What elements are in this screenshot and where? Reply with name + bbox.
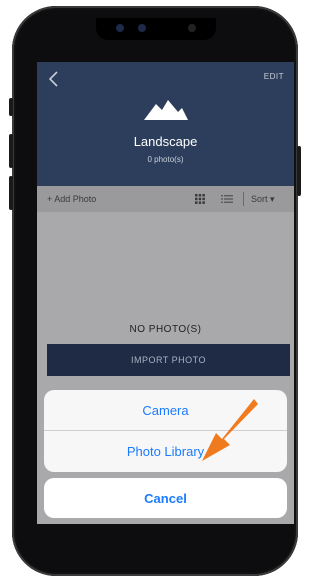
annotation-arrow-icon: [202, 399, 258, 461]
volume-up-button: [9, 134, 13, 168]
list-view-icon[interactable]: [221, 194, 233, 204]
status-area: [12, 6, 298, 66]
edit-button[interactable]: EDIT: [264, 72, 284, 81]
sort-dropdown[interactable]: Sort ▾: [251, 194, 275, 205]
notch: [96, 18, 216, 40]
speaker-icon: [188, 24, 196, 32]
toolbar-divider: [243, 192, 244, 206]
album-toolbar: + Add Photo Sort ▾: [37, 186, 294, 212]
album-header: EDIT Landscape 0 photo(s): [37, 62, 294, 186]
cancel-button[interactable]: Cancel: [44, 478, 287, 518]
sensor-icon: [116, 24, 124, 32]
add-photo-button[interactable]: + Add Photo: [47, 194, 96, 204]
grid-view-icon[interactable]: [195, 194, 205, 204]
camera-icon: [138, 24, 146, 32]
mute-switch: [9, 98, 13, 116]
power-button: [297, 146, 301, 196]
volume-down-button: [9, 176, 13, 210]
album-title: Landscape: [133, 134, 198, 149]
import-photo-button[interactable]: IMPORT PHOTO: [47, 344, 290, 376]
photo-count: 0 photo(s): [147, 155, 184, 164]
empty-state-message: NO PHOTO(S): [129, 324, 202, 335]
back-chevron-icon[interactable]: [47, 70, 61, 88]
mountain-icon: [144, 100, 188, 120]
